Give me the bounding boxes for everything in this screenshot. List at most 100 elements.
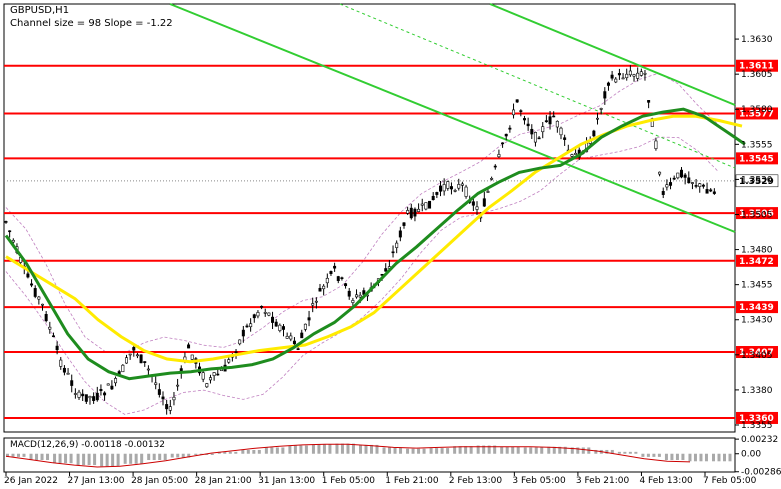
candle-body bbox=[135, 354, 139, 357]
candle-body bbox=[157, 389, 161, 395]
candle-body bbox=[574, 152, 578, 155]
candle-body bbox=[610, 74, 614, 79]
candle-body bbox=[563, 137, 567, 140]
candle-body bbox=[654, 140, 658, 149]
candle-body bbox=[55, 345, 59, 351]
candle-body bbox=[121, 364, 125, 373]
macd-bar bbox=[35, 453, 39, 461]
macd-bar bbox=[446, 448, 450, 454]
candle-body bbox=[274, 321, 278, 327]
candle-body bbox=[442, 184, 446, 192]
macd-bar bbox=[116, 453, 120, 467]
macd-bar bbox=[422, 448, 426, 454]
candle-body bbox=[552, 115, 556, 118]
macd-bar bbox=[123, 453, 127, 464]
candle-body bbox=[482, 198, 486, 207]
price-tick-label: 1.3405 bbox=[741, 351, 773, 361]
candle-body bbox=[322, 285, 326, 290]
candle-body bbox=[694, 185, 698, 187]
macd-bar bbox=[288, 445, 292, 454]
macd-bar bbox=[717, 453, 721, 462]
symbol-label: GBPUSD,H1 bbox=[10, 5, 69, 16]
macd-bar bbox=[111, 453, 115, 467]
candle-body bbox=[533, 132, 537, 143]
macd-bar bbox=[322, 444, 326, 454]
candle-body bbox=[256, 312, 260, 317]
ma-fast-line bbox=[4, 107, 746, 381]
time-tick-label: 28 Jan 05:00 bbox=[131, 476, 188, 486]
time-axis: 26 Jan 2022 27 Jan 13:00 28 Jan 05:00 28 Ja… bbox=[4, 472, 757, 486]
candle-body bbox=[245, 325, 249, 328]
channel-lower-line bbox=[169, 3, 736, 233]
candle-body bbox=[124, 357, 128, 364]
candle-body bbox=[420, 203, 424, 206]
price-tick-label: 1.3480 bbox=[741, 246, 773, 256]
candle-body bbox=[431, 196, 435, 201]
macd-bar bbox=[147, 453, 151, 461]
candle-body bbox=[679, 169, 683, 178]
macd-bar bbox=[311, 444, 315, 454]
macd-bar bbox=[417, 448, 421, 454]
candle-body bbox=[51, 335, 55, 338]
candle-body bbox=[402, 222, 406, 226]
macd-bar bbox=[399, 447, 403, 454]
macd-bar bbox=[328, 444, 332, 454]
macd-bar bbox=[304, 445, 308, 454]
macd-bar bbox=[646, 453, 650, 457]
macd-bar bbox=[100, 453, 104, 467]
macd-bar bbox=[69, 453, 73, 464]
price-tick-label: 1.3530 bbox=[741, 175, 773, 185]
candle-body bbox=[519, 110, 523, 112]
candle-body bbox=[559, 127, 563, 136]
candle-body bbox=[493, 165, 497, 168]
macd-bar bbox=[340, 443, 344, 454]
candle-body bbox=[4, 221, 8, 223]
candle-body bbox=[614, 78, 618, 83]
candle-body bbox=[216, 373, 220, 376]
candle-body bbox=[625, 73, 629, 79]
macd-bar bbox=[194, 453, 198, 455]
macd-bar bbox=[17, 453, 20, 457]
time-tick-label: 26 Jan 2022 bbox=[4, 476, 58, 486]
candle-body bbox=[201, 372, 205, 380]
macd-bar bbox=[617, 451, 621, 454]
candle-body bbox=[336, 276, 340, 281]
time-tick-label: 3 Feb 05:00 bbox=[512, 476, 566, 486]
candle-body bbox=[303, 323, 307, 330]
candle-body bbox=[406, 210, 410, 214]
macd-bar bbox=[46, 453, 50, 461]
candle-body bbox=[526, 123, 530, 127]
candle-body bbox=[311, 303, 315, 306]
candle-body bbox=[413, 208, 417, 217]
candle-body bbox=[8, 230, 12, 233]
candle-body bbox=[358, 294, 362, 298]
macd-bar bbox=[388, 447, 392, 454]
macd-bar bbox=[241, 449, 245, 454]
candle-body bbox=[70, 380, 74, 386]
macd-bar bbox=[382, 447, 386, 454]
macd-bar bbox=[346, 443, 350, 454]
candle-body bbox=[165, 404, 169, 410]
macd-bar bbox=[505, 446, 509, 454]
candle-body bbox=[409, 207, 413, 219]
macd-bar bbox=[93, 453, 97, 466]
macd-bar bbox=[275, 447, 279, 454]
candle-body bbox=[212, 372, 216, 376]
candle-body bbox=[712, 191, 716, 194]
macd-bar bbox=[634, 451, 638, 454]
candle-body bbox=[351, 300, 355, 303]
candle-body bbox=[701, 184, 705, 187]
candle-body bbox=[548, 116, 552, 125]
macd-bar bbox=[270, 447, 274, 454]
candle-body bbox=[490, 178, 494, 180]
macd-bar bbox=[500, 446, 504, 454]
candle-body bbox=[30, 283, 34, 286]
candle-body bbox=[435, 192, 439, 195]
macd-bar bbox=[469, 446, 473, 454]
candle-body bbox=[260, 305, 264, 308]
candle-body bbox=[114, 378, 118, 384]
macd-bar bbox=[411, 448, 415, 454]
macd-bar bbox=[163, 453, 167, 461]
macd-bar bbox=[523, 447, 527, 454]
level-label: 1.3439 bbox=[739, 303, 774, 313]
